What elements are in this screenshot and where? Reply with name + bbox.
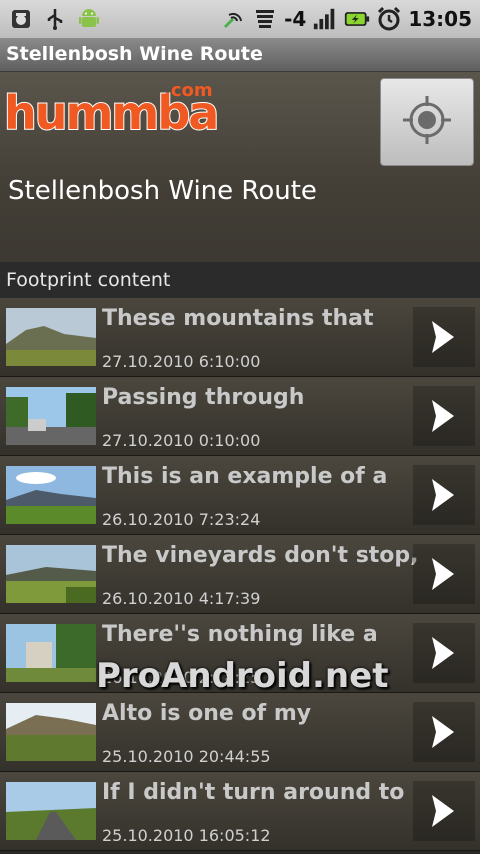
watermark: ProAndroid.net bbox=[96, 656, 389, 696]
thumbnail-image bbox=[6, 782, 96, 840]
item-date: 27.10.2010 0:10:00 bbox=[102, 431, 261, 450]
footprint-list: These mountains that 27.10.2010 6:10:00 … bbox=[0, 298, 480, 854]
list-item[interactable]: This is an example of a 26.10.2010 7:23:… bbox=[0, 456, 480, 535]
item-date: 26.10.2010 4:17:39 bbox=[102, 589, 261, 608]
chevron-right-icon[interactable] bbox=[413, 307, 475, 367]
thumbnail-image bbox=[6, 545, 96, 603]
alarm-clock-icon bbox=[376, 6, 402, 32]
item-date: 25.10.2010 16:05:12 bbox=[102, 826, 271, 845]
item-title: If I didn't turn around to bbox=[102, 780, 405, 805]
item-date: 26.10.2010 7:23:24 bbox=[102, 510, 261, 529]
list-item[interactable]: These mountains that 27.10.2010 6:10:00 bbox=[0, 298, 480, 377]
android-debug-icon bbox=[8, 6, 34, 32]
status-bar: -4 13:05 bbox=[0, 0, 480, 38]
route-name: Stellenbosh Wine Route bbox=[8, 176, 317, 206]
list-item[interactable]: Passing through 27.10.2010 0:10:00 bbox=[0, 377, 480, 456]
hummba-logo: hummba .com bbox=[3, 80, 220, 144]
chevron-right-icon[interactable] bbox=[413, 623, 475, 683]
locate-button[interactable] bbox=[380, 78, 474, 166]
chevron-right-icon[interactable] bbox=[413, 781, 475, 841]
list-item[interactable]: Alto is one of my 25.10.2010 20:44:55 bbox=[0, 693, 480, 772]
network-label: -4 bbox=[284, 7, 307, 31]
crosshair-icon bbox=[401, 94, 453, 150]
item-title: These mountains that bbox=[102, 306, 374, 331]
logo-suffix: .com bbox=[164, 80, 213, 101]
list-item[interactable]: If I didn't turn around to 25.10.2010 16… bbox=[0, 772, 480, 851]
list-item[interactable]: The vineyards don't stop, 26.10.2010 4:1… bbox=[0, 535, 480, 614]
android-robot-icon bbox=[76, 6, 102, 32]
thumbnail-image bbox=[6, 466, 96, 524]
item-title: This is an example of a bbox=[102, 464, 388, 489]
wifi-icon bbox=[252, 6, 278, 32]
item-title: There''s nothing like a bbox=[102, 622, 378, 647]
chevron-right-icon[interactable] bbox=[413, 465, 475, 525]
usb-icon bbox=[42, 6, 68, 32]
chevron-right-icon[interactable] bbox=[413, 702, 475, 762]
item-title: Passing through bbox=[102, 385, 305, 410]
thumbnail-image bbox=[6, 387, 96, 445]
signal-icon bbox=[312, 6, 338, 32]
route-header: hummba .com Stellenbosh Wine Route bbox=[0, 72, 480, 262]
app-title-bar: Stellenbosh Wine Route bbox=[0, 38, 480, 72]
thumbnail-image bbox=[6, 703, 96, 761]
chevron-right-icon[interactable] bbox=[413, 386, 475, 446]
thumbnail-image bbox=[6, 624, 96, 682]
status-time: 13:05 bbox=[408, 7, 472, 31]
item-date: 27.10.2010 6:10:00 bbox=[102, 352, 261, 371]
item-title: The vineyards don't stop, bbox=[102, 543, 419, 568]
sync-icon bbox=[220, 6, 246, 32]
item-date: 25.10.2010 20:44:55 bbox=[102, 747, 271, 766]
chevron-right-icon[interactable] bbox=[413, 544, 475, 604]
app-title: Stellenbosh Wine Route bbox=[6, 43, 263, 65]
thumbnail-image bbox=[6, 308, 96, 366]
item-title: Alto is one of my bbox=[102, 701, 312, 726]
battery-charging-icon bbox=[344, 6, 370, 32]
section-label: Footprint content bbox=[6, 269, 171, 291]
section-header: Footprint content bbox=[0, 262, 480, 298]
